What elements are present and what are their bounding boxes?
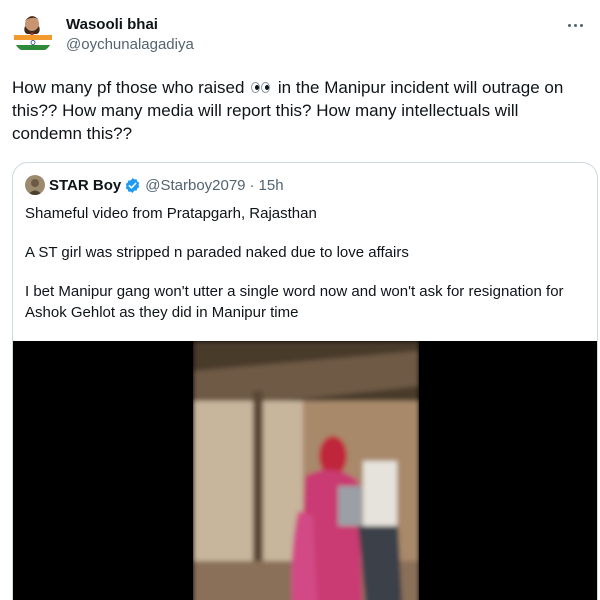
- quoted-avatar-icon: [25, 175, 45, 195]
- quoted-tweet-time[interactable]: 15h: [259, 177, 284, 194]
- tweet-text-part-1: How many pf those who raised: [12, 78, 250, 97]
- video-thumbnail[interactable]: [13, 341, 597, 600]
- tweet-text: How many pf those who raised in the Mani…: [12, 76, 590, 145]
- verified-badge-icon: [126, 177, 140, 193]
- quoted-paragraph: Shameful video from Pratapgarh, Rajastha…: [25, 205, 317, 222]
- quoted-paragraph: A ST girl was stripped n paraded naked d…: [25, 244, 409, 261]
- tweet-header: Wasooli bhai @oychunalagadiya: [12, 12, 588, 60]
- more-options-icon[interactable]: [564, 14, 586, 36]
- separator-dot: ·: [249, 176, 255, 194]
- quoted-author-handle[interactable]: @Starboy2079: [145, 177, 245, 194]
- quoted-tweet-header: STAR Boy @Starboy2079 · 15h: [25, 175, 284, 195]
- avatar-with-flag-icon: [12, 12, 54, 54]
- quoted-author-avatar[interactable]: [25, 175, 45, 195]
- author-handle[interactable]: @oychunalagadiya: [66, 35, 194, 55]
- video-frame-image: [193, 341, 419, 600]
- eyes-emoji-icon: [250, 80, 272, 94]
- author-display-name[interactable]: Wasooli bhai: [66, 15, 194, 34]
- author-avatar[interactable]: [12, 12, 54, 54]
- quoted-tweet[interactable]: STAR Boy @Starboy2079 · 15h Shameful vid…: [12, 162, 598, 600]
- quoted-paragraph: I bet Manipur gang won't utter a single …: [25, 283, 564, 321]
- quoted-tweet-body: Shameful video from Pratapgarh, Rajastha…: [25, 203, 587, 323]
- quoted-author-display-name[interactable]: STAR Boy: [49, 177, 121, 194]
